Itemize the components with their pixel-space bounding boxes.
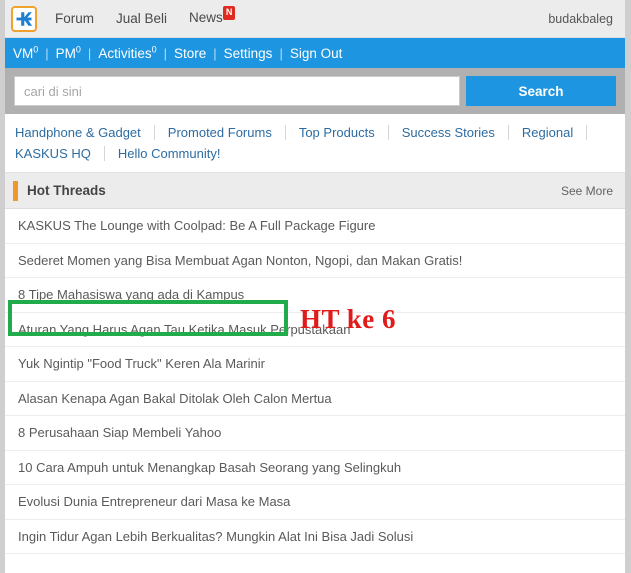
site-header: Forum Jual Beli News N budakbaleg xyxy=(5,0,625,38)
utility-separator: | xyxy=(45,45,49,61)
primary-nav: Forum Jual Beli News N xyxy=(55,6,236,27)
thread-link[interactable]: Sederet Momen yang Bisa Membuat Agan Non… xyxy=(18,253,462,268)
category-link-regional[interactable]: Regional xyxy=(522,122,586,143)
utility-link-pm-label: PM xyxy=(55,45,76,61)
category-separator xyxy=(387,125,389,140)
utility-link-sign-out[interactable]: Sign Out xyxy=(290,46,343,61)
thread-link[interactable]: Ingin Tidur Agan Lebih Berkualitas? Mung… xyxy=(18,529,413,544)
table-row[interactable]: Alasan Kenapa Agan Bakal Ditolak Oleh Ca… xyxy=(5,382,625,416)
table-row[interactable]: Yuk Ngintip "Food Truck" Keren Ala Marin… xyxy=(5,347,625,382)
utility-link-sign-out-label: Sign Out xyxy=(289,45,343,61)
category-links: Handphone & Gadget Promoted Forums Top P… xyxy=(5,114,625,173)
nav-item-forum-label: Forum xyxy=(55,11,95,26)
utility-separator: | xyxy=(213,45,217,61)
thread-link[interactable]: 10 Cara Ampuh untuk Menangkap Basah Seor… xyxy=(18,460,401,475)
nav-item-news-label: News xyxy=(189,10,223,25)
category-separator xyxy=(586,125,588,140)
utility-separator: | xyxy=(87,45,92,61)
utility-link-activities[interactable]: Activities0 xyxy=(98,44,157,61)
table-row[interactable]: Aturan Yang Harus Agan Tau Ketika Masuk … xyxy=(5,313,625,347)
thread-link[interactable]: Yuk Ngintip "Food Truck" Keren Ala Marin… xyxy=(18,356,265,371)
nav-item-news[interactable]: News N xyxy=(189,6,236,27)
thread-link[interactable]: 8 Tipe Mahasiswa yang ada di Kampus xyxy=(18,287,244,302)
nav-item-jual-beli-label: Jual Beli xyxy=(116,11,168,26)
user-utility-bar: VM0 | PM0 | Activities0 | Store | Settin… xyxy=(5,38,625,68)
category-link-success-stories[interactable]: Success Stories xyxy=(402,122,508,143)
activities-count: 0 xyxy=(151,44,157,54)
thread-link[interactable]: KASKUS The Lounge with Coolpad: Be A Ful… xyxy=(18,218,375,233)
table-row[interactable]: Evolusi Dunia Entrepreneur dari Masa ke … xyxy=(5,485,625,520)
thread-link[interactable]: Aturan Yang Harus Agan Tau Ketika Masuk … xyxy=(18,322,350,337)
hot-threads-header: Hot Threads See More xyxy=(5,173,625,209)
see-more-link[interactable]: See More xyxy=(561,184,613,198)
accent-bar xyxy=(13,180,18,201)
category-separator xyxy=(103,146,105,161)
utility-link-vm-label: VM xyxy=(13,45,34,61)
username-label[interactable]: budakbaleg xyxy=(548,12,613,26)
table-row[interactable]: 8 Tipe Mahasiswa yang ada di Kampus xyxy=(5,278,625,313)
utility-separator: | xyxy=(279,45,283,61)
category-link-top-products[interactable]: Top Products xyxy=(299,122,388,143)
search-bar: Search xyxy=(5,68,625,114)
utility-link-settings-label: Settings xyxy=(223,45,273,61)
table-row[interactable]: KASKUS The Lounge with Coolpad: Be A Ful… xyxy=(5,209,625,244)
category-separator xyxy=(284,125,286,140)
utility-link-settings[interactable]: Settings xyxy=(224,46,273,61)
nav-item-jual-beli[interactable]: Jual Beli xyxy=(116,11,167,26)
hot-threads-title: Hot Threads xyxy=(27,183,106,198)
category-links-row-2: KASKUS HQ Hello Community! xyxy=(15,143,625,164)
category-separator xyxy=(153,125,155,140)
utility-link-store-label: Store xyxy=(173,45,207,61)
vm-count: 0 xyxy=(33,44,39,54)
category-link-promoted-forums[interactable]: Promoted Forums xyxy=(168,122,285,143)
page-container: Forum Jual Beli News N budakbaleg VM0 | P… xyxy=(5,0,625,573)
table-row[interactable]: Ingin Tidur Agan Lebih Berkualitas? Mung… xyxy=(5,520,625,554)
table-row[interactable]: Sederet Momen yang Bisa Membuat Agan Non… xyxy=(5,244,625,278)
search-button[interactable]: Search xyxy=(466,76,616,106)
category-separator xyxy=(507,125,509,140)
utility-link-activities-label: Activities xyxy=(98,45,152,61)
utility-separator: | xyxy=(163,45,167,61)
table-row[interactable]: 10 Cara Ampuh untuk Menangkap Basah Seor… xyxy=(5,451,625,485)
utility-link-vm[interactable]: VM0 xyxy=(13,44,39,61)
pm-count: 0 xyxy=(75,44,81,54)
category-link-kaskus-hq[interactable]: KASKUS HQ xyxy=(15,143,104,164)
thread-link[interactable]: Alasan Kenapa Agan Bakal Ditolak Oleh Ca… xyxy=(18,391,332,406)
news-badge: N xyxy=(222,6,236,20)
category-link-hello-community[interactable]: Hello Community! xyxy=(118,143,234,164)
category-link-handphone-gadget[interactable]: Handphone & Gadget xyxy=(15,122,154,143)
thread-link[interactable]: Evolusi Dunia Entrepreneur dari Masa ke … xyxy=(18,494,290,509)
nav-item-forum[interactable]: Forum xyxy=(55,11,94,26)
kaskus-logo-icon[interactable] xyxy=(11,5,37,32)
table-row[interactable]: 8 Perusahaan Siap Membeli Yahoo xyxy=(5,416,625,451)
utility-link-store[interactable]: Store xyxy=(174,46,206,61)
hot-threads-list: KASKUS The Lounge with Coolpad: Be A Ful… xyxy=(5,209,625,554)
search-input[interactable] xyxy=(14,76,460,106)
category-links-row-1: Handphone & Gadget Promoted Forums Top P… xyxy=(15,122,625,143)
utility-link-pm[interactable]: PM0 xyxy=(55,44,81,61)
thread-link[interactable]: 8 Perusahaan Siap Membeli Yahoo xyxy=(18,425,221,440)
